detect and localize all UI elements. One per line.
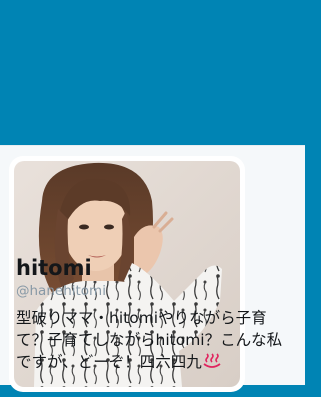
hot-springs-icon	[203, 352, 221, 376]
profile-handle[interactable]: @hanehitomi	[16, 283, 106, 299]
bio-line-text: ですが、どーぞ！四六四九	[16, 353, 202, 371]
profile-name[interactable]: hitomi	[16, 255, 92, 281]
bio-line: 型破りママ・hitomiやりながら子育	[16, 309, 267, 327]
bio-line: て？子育てしながらhitomi？こんな私	[16, 331, 283, 349]
bio-line-last: ですが、どーぞ！四六四九	[16, 351, 296, 376]
profile-bio: 型破りママ・hitomiやりながら子育 て？子育てしながらhitomi？こんな私…	[16, 307, 296, 376]
